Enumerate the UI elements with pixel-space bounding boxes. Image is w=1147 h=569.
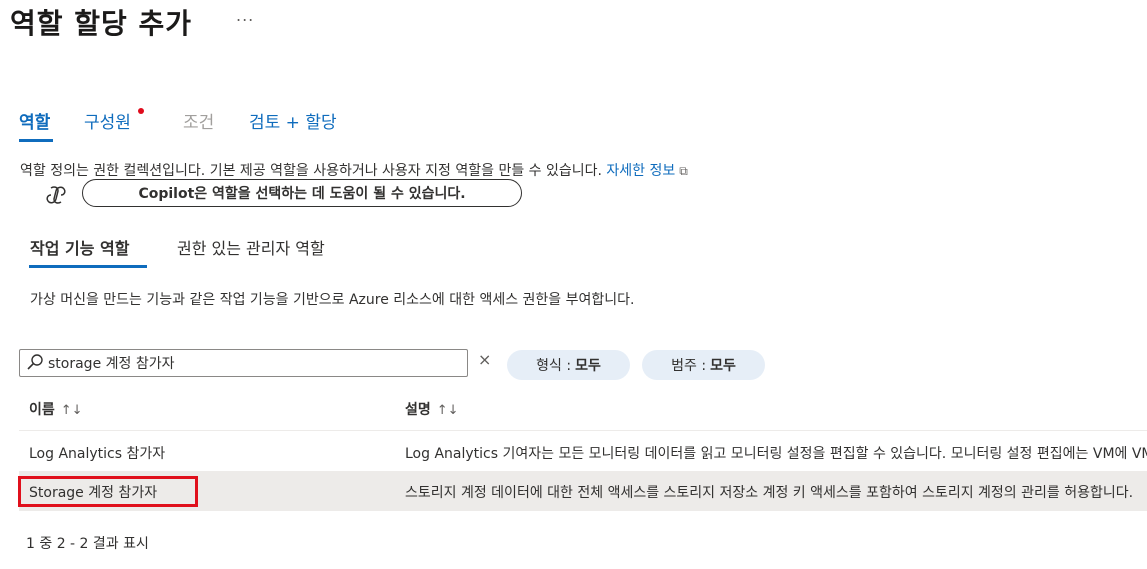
copilot-icon bbox=[46, 186, 66, 204]
column-header-description[interactable]: 설명 ↑↓ bbox=[405, 399, 459, 419]
filter-category-pill[interactable]: 범주 : 모두 bbox=[642, 350, 765, 380]
filter-type-value: 모두 bbox=[575, 358, 601, 374]
external-link-icon: ⧉ bbox=[679, 164, 688, 178]
filter-category-value: 모두 bbox=[710, 358, 736, 374]
role-description-text: 역할 정의는 권한 컬렉션입니다. 기본 제공 역할을 사용하거나 사용자 지정… bbox=[20, 163, 602, 179]
tab-conditions[interactable]: 조건 bbox=[183, 108, 214, 133]
clear-search-icon[interactable]: × bbox=[478, 350, 491, 369]
pagination-summary: 1 중 2 - 2 결과 표시 bbox=[26, 536, 149, 552]
table-row[interactable]: Log Analytics 참가자 Log Analytics 기여자는 모든 … bbox=[19, 433, 1147, 471]
learn-more-link[interactable]: 자세한 정보 bbox=[606, 163, 675, 179]
column-description-label: 설명 bbox=[405, 402, 431, 418]
row-divider bbox=[19, 510, 1147, 511]
tab-active-indicator bbox=[19, 139, 53, 142]
role-name: Log Analytics 참가자 bbox=[29, 446, 166, 462]
role-description-cell: Log Analytics 기여자는 모든 모니터링 데이터를 읽고 모니터링 … bbox=[405, 446, 1147, 462]
role-description-cell: 스토리지 계정 데이터에 대한 전체 액세스를 스토리지 저장소 계정 키 액세… bbox=[405, 485, 1134, 501]
copilot-suggestion-button[interactable]: Copilot은 역할을 선택하는 데 도움이 될 수 있습니다. bbox=[82, 179, 522, 207]
sort-icon[interactable]: ↑↓ bbox=[437, 403, 459, 418]
required-dot-icon bbox=[138, 108, 144, 114]
role-description: 역할 정의는 권한 컬렉션입니다. 기본 제공 역할을 사용하거나 사용자 지정… bbox=[20, 160, 688, 180]
column-name-label: 이름 bbox=[29, 402, 55, 418]
sort-icon[interactable]: ↑↓ bbox=[61, 403, 83, 418]
column-header-name[interactable]: 이름 ↑↓ bbox=[29, 399, 83, 419]
tab-members[interactable]: 구성원 bbox=[84, 108, 131, 133]
subtab-description: 가상 머신을 만드는 기능과 같은 작업 기능을 기반으로 Azure 리소스에… bbox=[30, 292, 635, 308]
tab-role[interactable]: 역할 bbox=[19, 108, 50, 133]
header-divider bbox=[19, 430, 1147, 431]
filter-type-label: 형식 : bbox=[536, 358, 572, 374]
subtab-job-function-roles[interactable]: 작업 기능 역할 bbox=[30, 235, 129, 259]
subtab-privileged-admin-roles[interactable]: 권한 있는 관리자 역할 bbox=[177, 235, 325, 259]
tab-review-assign[interactable]: 검토 + 할당 bbox=[249, 108, 337, 133]
selection-highlight-box bbox=[18, 476, 198, 507]
search-input[interactable] bbox=[48, 351, 458, 375]
filter-category-label: 범주 : bbox=[671, 358, 707, 374]
more-options-button[interactable]: ... bbox=[236, 6, 254, 25]
search-icon bbox=[27, 354, 43, 370]
page-title: 역할 할당 추가 bbox=[10, 7, 193, 40]
subtab-active-indicator bbox=[29, 265, 147, 268]
filter-type-pill[interactable]: 형식 : 모두 bbox=[507, 350, 630, 380]
